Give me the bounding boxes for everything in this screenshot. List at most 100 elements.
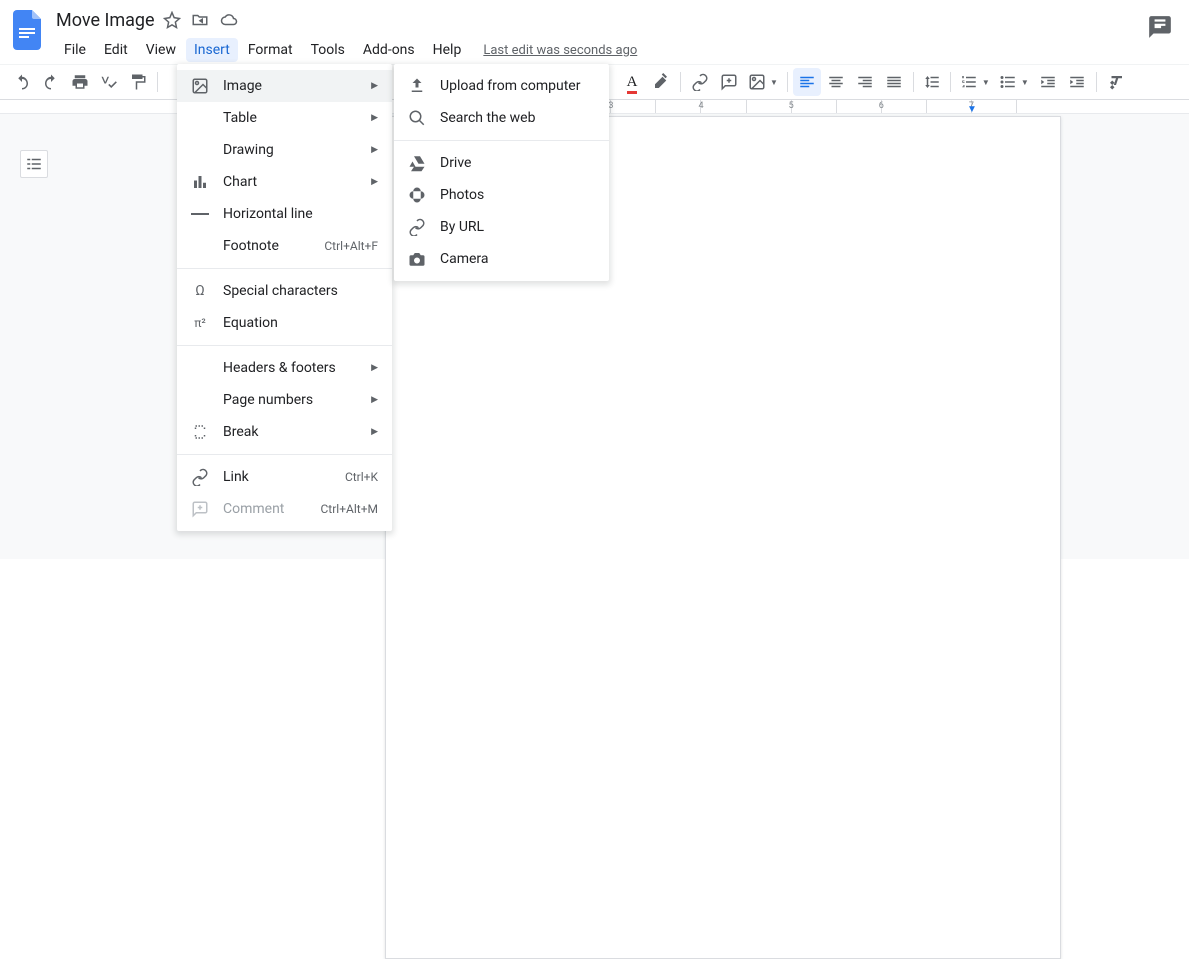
drive-label: Drive — [440, 155, 595, 171]
camera-item[interactable]: Camera — [394, 243, 609, 275]
cloud-status-icon[interactable] — [219, 11, 239, 29]
bulleted-list-button[interactable]: ▼ — [995, 73, 1033, 91]
menu-format[interactable]: Format — [240, 38, 301, 62]
photos-label: Photos — [440, 187, 595, 203]
spellcheck-button[interactable] — [95, 68, 123, 96]
submenu-arrow-icon: ▶ — [371, 363, 378, 373]
insert-special-chars-label: Special characters — [223, 283, 378, 299]
submenu-arrow-icon: ▶ — [371, 145, 378, 155]
insert-link-button[interactable] — [686, 68, 714, 96]
insert-equation-item[interactable]: π² Equation — [177, 307, 392, 339]
document-outline-button[interactable] — [20, 150, 48, 178]
link-shortcut: Ctrl+K — [345, 470, 378, 484]
insert-menu: Image ▶ Table ▶ Drawing ▶ Chart ▶ Horizo… — [177, 64, 392, 531]
highlight-button[interactable] — [647, 68, 675, 96]
insert-break-item[interactable]: Break ▶ — [177, 416, 392, 448]
menu-insert[interactable]: Insert — [186, 38, 238, 62]
upload-from-computer-item[interactable]: Upload from computer — [394, 70, 609, 102]
align-left-button[interactable] — [793, 68, 821, 96]
comments-icon[interactable] — [1147, 14, 1173, 40]
insert-headers-footers-label: Headers & footers — [223, 360, 357, 376]
redo-button[interactable] — [37, 68, 65, 96]
insert-comment-button[interactable] — [715, 68, 743, 96]
move-icon[interactable] — [191, 11, 209, 29]
insert-link-item[interactable]: Link Ctrl+K — [177, 461, 392, 493]
insert-chart-label: Chart — [223, 174, 357, 190]
menu-file[interactable]: File — [56, 38, 94, 62]
image-icon — [191, 77, 209, 95]
photos-icon — [408, 186, 426, 204]
doc-title[interactable]: Move Image — [56, 10, 155, 31]
menu-tools[interactable]: Tools — [303, 38, 353, 62]
numbered-list-button[interactable]: ▼ — [956, 73, 994, 91]
text-color-button[interactable]: A — [618, 68, 646, 96]
submenu-arrow-icon: ▶ — [371, 395, 378, 405]
insert-headers-footers-item[interactable]: Headers & footers ▶ — [177, 352, 392, 384]
link-icon — [191, 468, 209, 486]
insert-hr-item[interactable]: Horizontal line — [177, 198, 392, 230]
menubar: File Edit View Insert Format Tools Add-o… — [56, 36, 1147, 64]
insert-page-numbers-label: Page numbers — [223, 392, 357, 408]
equation-icon: π² — [191, 316, 209, 330]
menu-help[interactable]: Help — [425, 38, 470, 62]
horizontal-line-icon — [191, 212, 209, 216]
insert-hr-label: Horizontal line — [223, 206, 378, 222]
submenu-arrow-icon: ▶ — [371, 177, 378, 187]
comment-shortcut: Ctrl+Alt+M — [321, 502, 379, 516]
last-edit-link[interactable]: Last edit was seconds ago — [483, 43, 637, 58]
omega-icon: Ω — [191, 283, 209, 299]
insert-chart-item[interactable]: Chart ▶ — [177, 166, 392, 198]
insert-equation-label: Equation — [223, 315, 378, 331]
drive-icon — [408, 154, 426, 172]
chart-icon — [191, 173, 209, 191]
search-the-web-item[interactable]: Search the web — [394, 102, 609, 134]
submenu-arrow-icon: ▶ — [371, 427, 378, 437]
insert-image-button[interactable]: ▼ — [744, 73, 782, 91]
decrease-indent-button[interactable] — [1034, 68, 1062, 96]
comment-icon — [191, 500, 209, 518]
insert-special-chars-item[interactable]: Ω Special characters — [177, 275, 392, 307]
line-spacing-button[interactable] — [919, 73, 945, 91]
insert-footnote-item[interactable]: Footnote Ctrl+Alt+F — [177, 230, 392, 262]
insert-table-label: Table — [223, 110, 357, 126]
doc-meta: Move Image File Edit View Insert Format … — [56, 6, 1147, 64]
increase-indent-button[interactable] — [1063, 68, 1091, 96]
menu-edit[interactable]: Edit — [96, 38, 136, 62]
menu-view[interactable]: View — [138, 38, 184, 62]
camera-icon — [408, 250, 426, 268]
url-icon — [408, 218, 426, 236]
by-url-label: By URL — [440, 219, 595, 235]
paint-format-button[interactable] — [124, 68, 152, 96]
break-icon — [191, 423, 209, 441]
submenu-arrow-icon: ▶ — [371, 113, 378, 123]
align-right-button[interactable] — [851, 68, 879, 96]
print-button[interactable] — [66, 68, 94, 96]
clear-formatting-button[interactable] — [1102, 68, 1130, 96]
insert-footnote-label: Footnote — [223, 238, 310, 254]
docs-logo[interactable] — [10, 12, 46, 48]
submenu-arrow-icon: ▶ — [371, 81, 378, 91]
align-justify-button[interactable] — [880, 68, 908, 96]
insert-page-numbers-item[interactable]: Page numbers ▶ — [177, 384, 392, 416]
menu-addons[interactable]: Add-ons — [355, 38, 423, 62]
insert-drawing-item[interactable]: Drawing ▶ — [177, 134, 392, 166]
photos-item[interactable]: Photos — [394, 179, 609, 211]
drive-item[interactable]: Drive — [394, 147, 609, 179]
insert-comment-label: Comment — [223, 501, 307, 517]
camera-label: Camera — [440, 251, 595, 267]
insert-image-item[interactable]: Image ▶ — [177, 70, 392, 102]
star-icon[interactable] — [163, 11, 181, 29]
upload-icon — [408, 77, 426, 95]
align-center-button[interactable] — [822, 68, 850, 96]
insert-table-item[interactable]: Table ▶ — [177, 102, 392, 134]
upload-from-computer-label: Upload from computer — [440, 78, 595, 94]
insert-link-label: Link — [223, 469, 331, 485]
insert-drawing-label: Drawing — [223, 142, 357, 158]
search-the-web-label: Search the web — [440, 110, 595, 126]
insert-comment-item: Comment Ctrl+Alt+M — [177, 493, 392, 525]
insert-break-label: Break — [223, 424, 357, 440]
insert-image-label: Image — [223, 78, 357, 94]
search-icon — [408, 109, 426, 127]
undo-button[interactable] — [8, 68, 36, 96]
by-url-item[interactable]: By URL — [394, 211, 609, 243]
